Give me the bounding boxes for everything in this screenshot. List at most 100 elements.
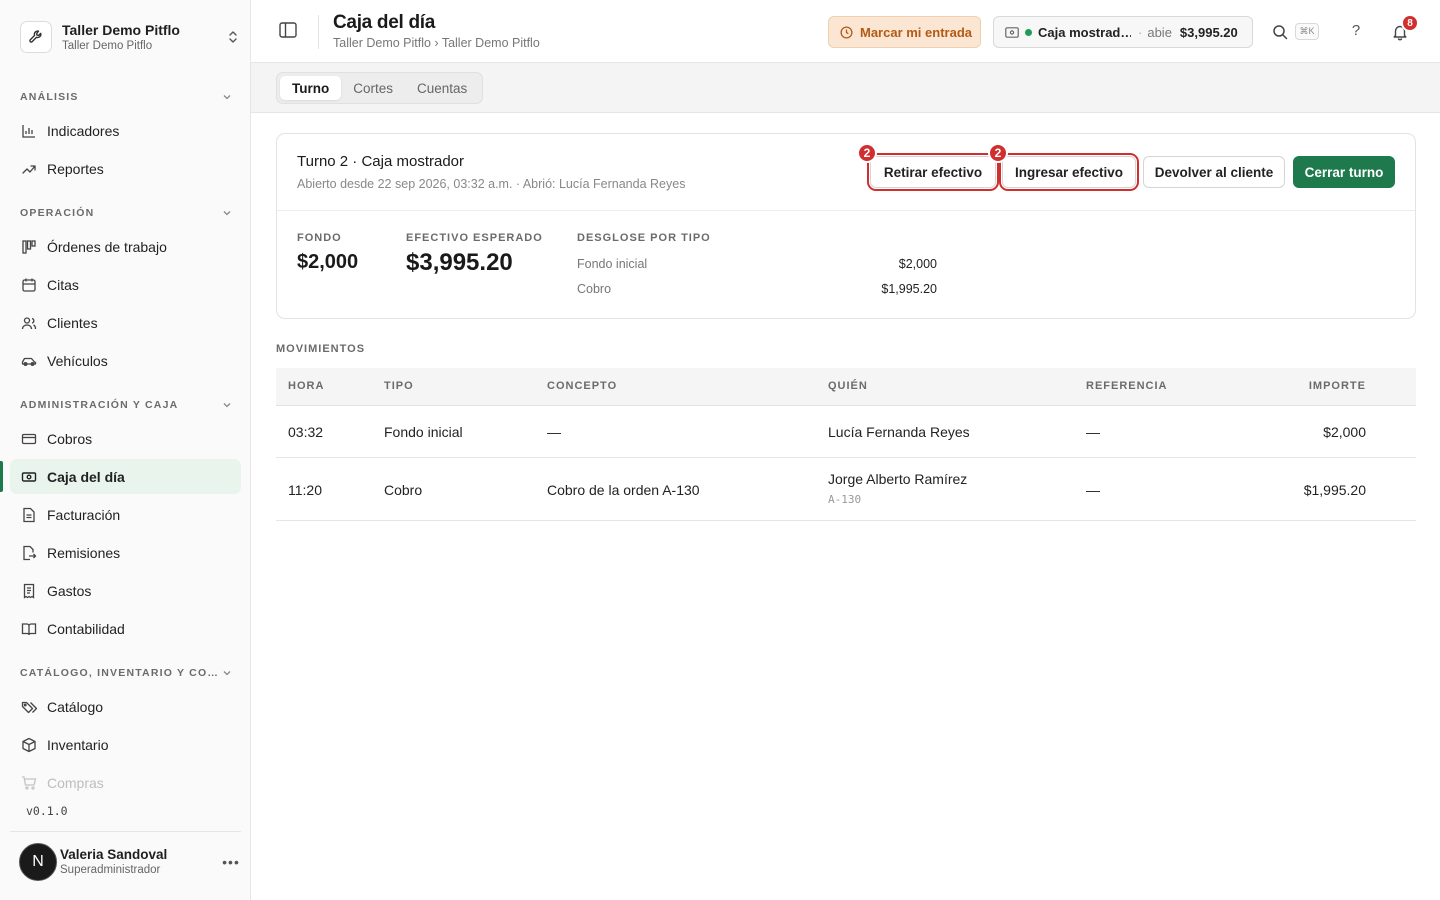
divider: [318, 15, 319, 49]
sidebar-item-facturacion[interactable]: Facturación: [10, 497, 241, 532]
section-administracion-label: ADMINISTRACIÓN Y CAJA: [20, 399, 179, 411]
tab-bar: Turno Cortes Cuentas: [251, 63, 1440, 113]
cart-icon: [20, 774, 37, 791]
sidebar-item-label: Órdenes de trabajo: [47, 238, 167, 255]
table-header: HORA TIPO CONCEPTO QUIÉN REFERENCIA IMPO…: [276, 368, 1416, 406]
section-analisis-label: ANÁLISIS: [20, 91, 79, 103]
tags-icon: [20, 698, 37, 715]
breadcrumb[interactable]: Taller Demo Pitflo › Taller Demo Pitflo: [333, 36, 540, 50]
shift-subtitle: Abierto desde 22 sep 2026, 03:32 a.m. · …: [297, 177, 686, 191]
sidebar-item-contabilidad[interactable]: Contabilidad: [10, 611, 241, 646]
org-switcher[interactable]: Taller Demo Pitflo Taller Demo Pitflo: [20, 18, 242, 56]
org-subtitle: Taller Demo Pitflo: [62, 39, 153, 52]
sidebar-item-remisiones[interactable]: Remisiones: [10, 535, 241, 570]
tab-turno[interactable]: Turno: [280, 76, 342, 100]
sidebar-item-label: Contabilidad: [47, 620, 125, 637]
sidebar-item-citas[interactable]: Citas: [10, 267, 241, 302]
chevron-down-icon: [223, 671, 231, 676]
cashbox-selector[interactable]: Caja mostrad… · abie $3,995.20: [993, 16, 1253, 48]
more-horizontal-icon[interactable]: •••: [221, 854, 241, 870]
section-administracion[interactable]: ADMINISTRACIÓN Y CAJA: [20, 398, 232, 412]
chevron-down-icon: [223, 403, 231, 408]
user-menu[interactable]: N Valeria Sandoval Superadministrador ••…: [19, 843, 241, 881]
column-header[interactable]: TIPO: [384, 380, 414, 392]
sidebar-item-gastos[interactable]: Gastos: [10, 573, 241, 608]
cell-quien: Jorge Alberto Ramírez: [828, 471, 968, 487]
withdraw-cash-button[interactable]: Retirar efectivo: [867, 153, 999, 191]
deposit-cash-button[interactable]: Ingresar efectivo: [999, 153, 1139, 191]
movements-title: MOVIMIENTOS: [276, 343, 366, 355]
sidebar-item-label: Vehículos: [47, 352, 108, 369]
fondo-value: $2,000: [297, 251, 359, 273]
breakdown-type: Cobro: [577, 282, 612, 296]
sidebar-item-label: Caja del día: [47, 468, 125, 485]
receipt-icon: [20, 582, 37, 599]
column-header[interactable]: QUIÉN: [828, 380, 868, 392]
cell-referencia: —: [1086, 424, 1100, 440]
cell-importe: $2,000: [1323, 424, 1366, 440]
main-content: Turno Cortes Cuentas Turno 2 · Caja most…: [251, 63, 1440, 900]
expected-cash-label: EFECTIVO ESPERADO: [406, 232, 543, 244]
divider: [10, 831, 241, 832]
sidebar-item-clientes[interactable]: Clientes: [10, 305, 241, 340]
trend-up-icon: [20, 160, 37, 177]
sidebar-item-catalogo[interactable]: Catálogo: [10, 689, 241, 724]
sidebar-item-caja-del-dia[interactable]: Caja del día: [0, 459, 241, 494]
breakdown-type: Fondo inicial: [577, 257, 648, 271]
shift-card: Turno 2 · Caja mostrador Abierto desde 2…: [276, 133, 1416, 319]
highlight-badge: 2: [988, 143, 1008, 163]
cashbox-separator: ·: [1138, 24, 1143, 40]
help-icon[interactable]: ?: [1348, 22, 1364, 42]
breakdown-amount: $1,995.20: [881, 282, 937, 296]
cell-quien-reference[interactable]: A-130: [828, 493, 861, 506]
section-analisis[interactable]: ANÁLISIS: [20, 90, 232, 104]
sidebar-item-label: Facturación: [47, 506, 121, 523]
refund-customer-button[interactable]: Devolver al cliente: [1143, 156, 1285, 188]
sidebar-item-label: Catálogo: [47, 698, 104, 715]
cell-tipo: Cobro: [384, 482, 423, 498]
calendar-icon: [20, 276, 37, 293]
tabs: Turno Cortes Cuentas: [276, 72, 484, 104]
movements-table: HORA TIPO CONCEPTO QUIÉN REFERENCIA IMPO…: [276, 368, 1416, 521]
highlight-badge: 2: [857, 143, 877, 163]
column-header[interactable]: HORA: [288, 380, 324, 392]
search-icon[interactable]: [1272, 24, 1288, 40]
section-catalogo[interactable]: CATÁLOGO, INVENTARIO Y CO…: [20, 666, 232, 680]
sidebar-item-reportes[interactable]: Reportes: [10, 151, 241, 186]
book-open-icon: [20, 620, 37, 637]
chevron-up-down-icon: [224, 28, 242, 46]
sidebar-item-label: Reportes: [47, 160, 104, 177]
sidebar-item-cobros[interactable]: Cobros: [10, 421, 241, 456]
sidebar-toggle-icon[interactable]: [279, 22, 301, 42]
section-catalogo-label: CATÁLOGO, INVENTARIO Y CO…: [20, 667, 220, 679]
tab-cuentas[interactable]: Cuentas: [405, 76, 479, 100]
file-text-icon: [20, 506, 37, 523]
package-icon: [20, 736, 37, 753]
sidebar: Taller Demo Pitflo Taller Demo Pitflo AN…: [0, 0, 251, 900]
user-role: Superadministrador: [60, 864, 161, 876]
section-operacion[interactable]: OPERACIÓN: [20, 206, 232, 220]
column-header[interactable]: CONCEPTO: [547, 380, 617, 392]
sidebar-item-label: Remisiones: [47, 544, 121, 561]
app-version: v0.1.0: [26, 804, 68, 818]
org-name: Taller Demo Pitflo: [62, 21, 180, 38]
sidebar-item-ordenes[interactable]: Órdenes de trabajo: [10, 229, 241, 264]
sidebar-item-indicadores[interactable]: Indicadores: [10, 113, 241, 148]
kanban-icon: [20, 238, 37, 255]
sidebar-item-vehiculos[interactable]: Vehículos: [10, 343, 241, 378]
cell-referencia: —: [1086, 482, 1100, 498]
top-header: Caja del día Taller Demo Pitflo › Taller…: [251, 0, 1440, 63]
close-shift-button[interactable]: Cerrar turno: [1293, 156, 1395, 188]
table-row[interactable]: 11:20 Cobro Cobro de la orden A-130 Jorg…: [276, 458, 1416, 521]
sidebar-item-label: Compras: [47, 774, 104, 791]
column-header[interactable]: IMPORTE: [1309, 380, 1366, 392]
column-header[interactable]: REFERENCIA: [1086, 380, 1168, 392]
tab-cortes[interactable]: Cortes: [341, 76, 405, 100]
clock-in-label: Marcar mi entrada: [860, 24, 972, 40]
fondo-label: FONDO: [297, 232, 342, 244]
cell-hora: 11:20: [288, 482, 322, 498]
sidebar-item-inventario[interactable]: Inventario: [10, 727, 241, 762]
clock-in-button[interactable]: Marcar mi entrada: [828, 16, 981, 48]
table-row[interactable]: 03:32 Fondo inicial — Lucía Fernanda Rey…: [276, 406, 1416, 458]
sidebar-item-compras[interactable]: Compras: [10, 765, 241, 800]
